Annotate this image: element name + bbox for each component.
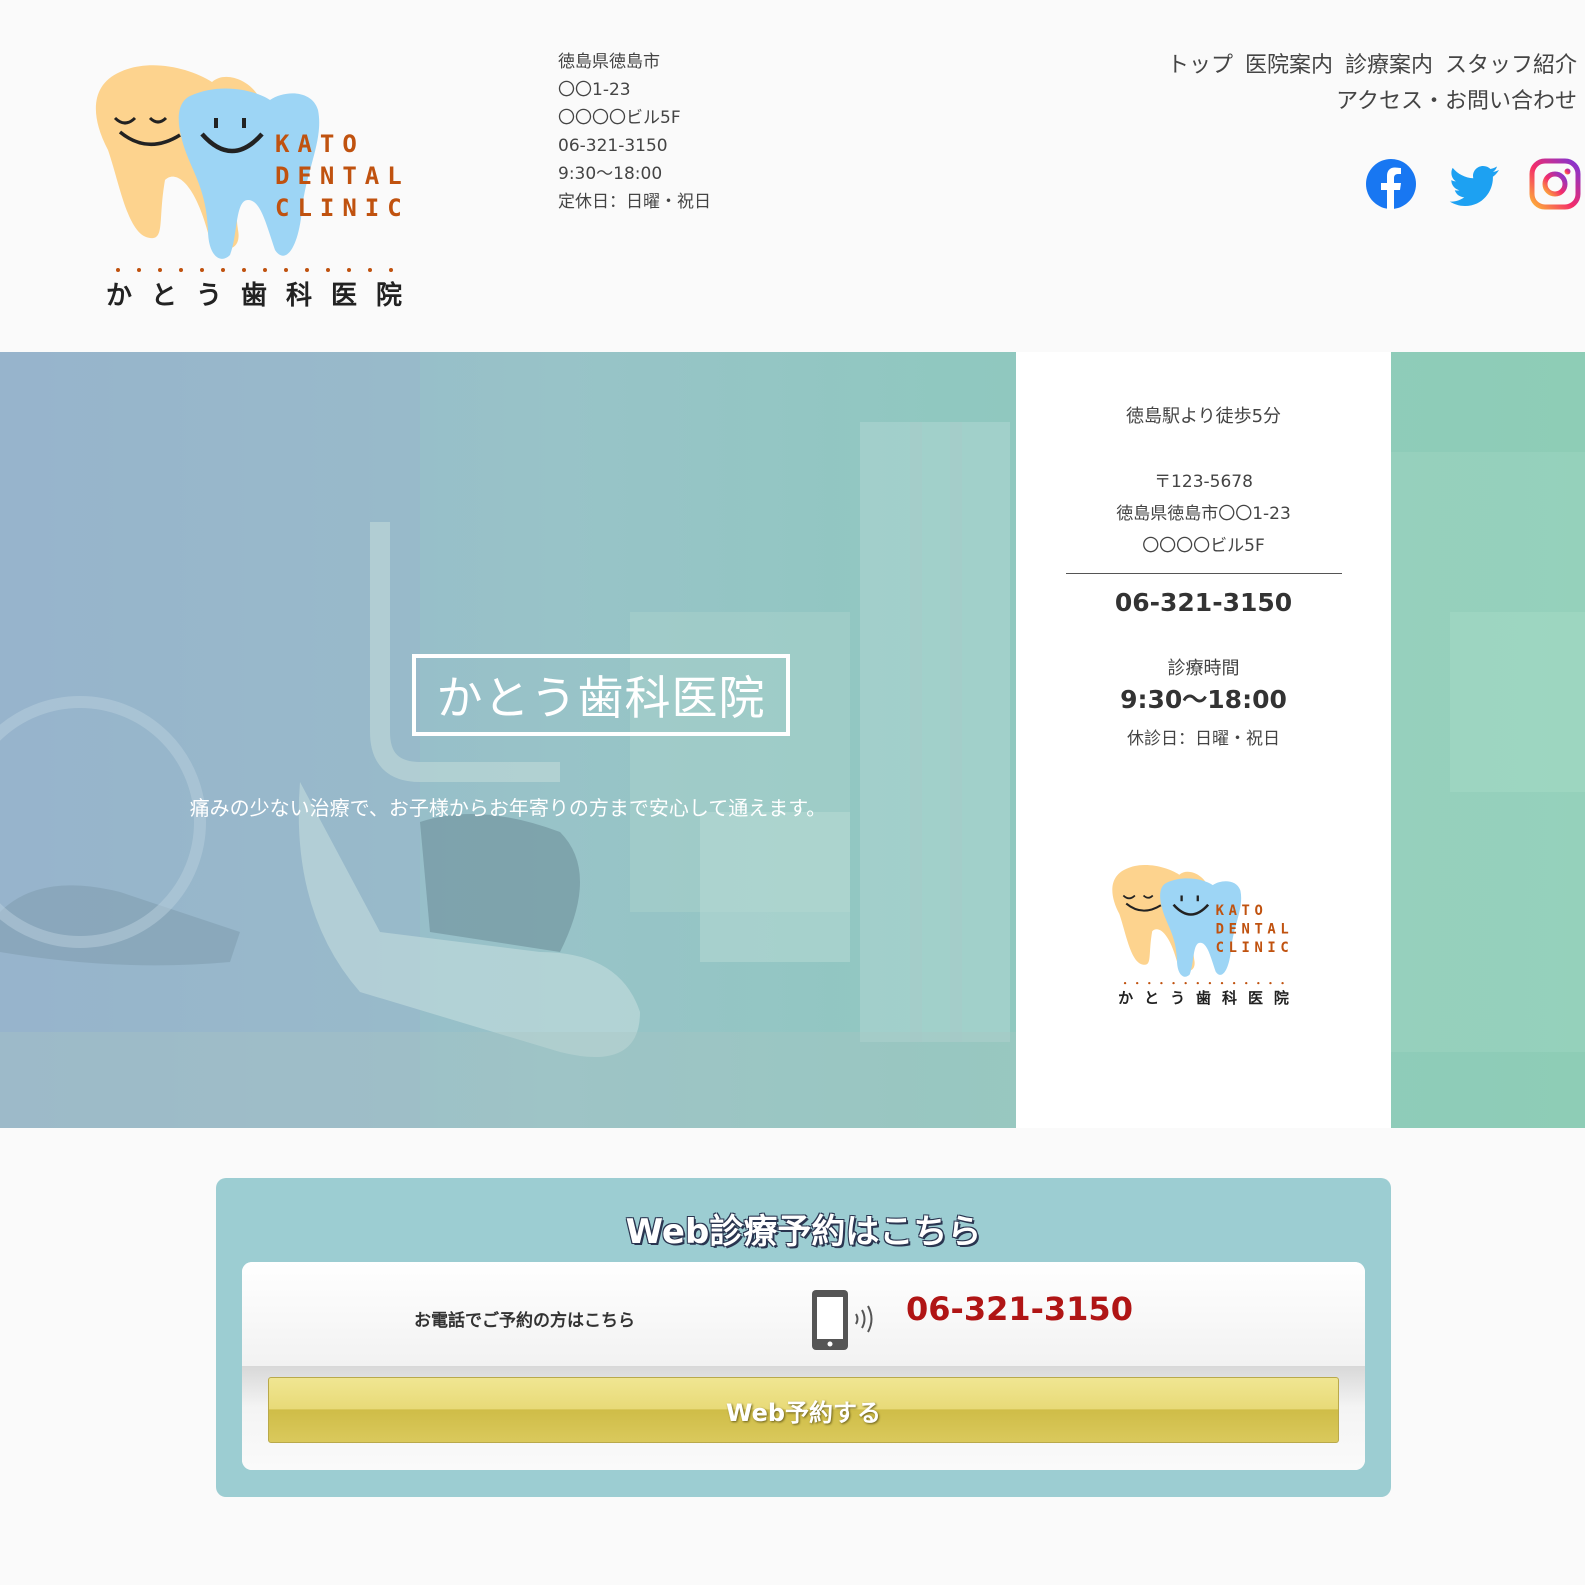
header-address: 徳島県徳島市 〇〇1-23 〇〇〇〇ビル5F 06-321-3150 9:30〜…	[558, 48, 711, 216]
address-line: 〇〇1-23	[558, 80, 631, 100]
nav-treatment[interactable]: 診療案内	[1345, 53, 1433, 78]
info-address-building: 〇〇〇〇ビル5F	[1142, 536, 1265, 556]
logo-small-clinic: CLINIC	[1216, 940, 1294, 956]
info-hours: 9:30〜18:00	[1120, 685, 1287, 714]
social-links	[1365, 158, 1581, 210]
clinic-info-panel: 徳島駅より徒歩5分 〒123-5678 徳島県徳島市〇〇1-23 〇〇〇〇ビル5…	[1016, 352, 1391, 1128]
web-reserve-button[interactable]: Web予約する	[268, 1377, 1339, 1443]
logo-text-clinic: CLINIC	[275, 194, 410, 222]
hero-title: かとう歯科医院	[436, 671, 766, 725]
smartphone-icon	[812, 1290, 873, 1350]
logo-small-kato: KATO	[1216, 903, 1268, 919]
web-reservation-section: Web診療予約はこちら お電話でご予約の方はこちら 06-321-3150 We…	[216, 1178, 1391, 1497]
logo-small-dental: DENTAL	[1216, 922, 1294, 938]
nav-access-contact[interactable]: アクセス・お問い合わせ	[1336, 89, 1577, 114]
clinic-logo-small: KATO DENTAL CLINIC かとう歯科医院	[1112, 865, 1300, 1007]
phone-reservation-label: お電話でご予約の方はこちら	[414, 1311, 635, 1331]
hero-section: かとう歯科医院 痛みの少ない治療で、お子様からお年寄りの方まで安心して通えます。…	[0, 352, 1585, 1128]
hero-subtitle: 痛みの少ない治療で、お子様からお年寄りの方まで安心して通えます。	[189, 796, 827, 820]
info-address-line: 徳島県徳島市〇〇1-23	[1116, 504, 1291, 524]
web-reserve-button-label: Web予約する	[725, 1398, 882, 1427]
info-divider	[1066, 573, 1342, 574]
global-nav: トップ 医院案内 診療案内 スタッフ紹介 アクセス・お問い合わせ	[1155, 48, 1577, 120]
nav-staff[interactable]: スタッフ紹介	[1445, 53, 1577, 78]
access-station: 徳島駅より徒歩5分	[1125, 406, 1282, 427]
header-hours: 9:30〜18:00	[558, 164, 663, 184]
reservation-card: お電話でご予約の方はこちら 06-321-3150 Web予約する	[242, 1262, 1365, 1470]
info-closed-days: 休診日：日曜・祝日	[1127, 729, 1280, 749]
reservation-title: Web診療予約はこちら	[625, 1212, 982, 1252]
info-address: 〒123-5678 徳島県徳島市〇〇1-23 〇〇〇〇ビル5F	[1016, 466, 1391, 562]
nav-top[interactable]: トップ	[1167, 53, 1233, 78]
nav-clinic-info[interactable]: 医院案内	[1245, 53, 1333, 78]
clinic-logo[interactable]: KATO DENTAL CLINIC かとう歯科医院	[80, 60, 440, 320]
hero-title-box: かとう歯科医院	[412, 654, 790, 736]
info-postal: 〒123-5678	[1154, 472, 1253, 492]
logo-small-jp: かとう歯科医院	[1118, 989, 1300, 1007]
address-line: 〇〇〇〇ビル5F	[558, 108, 681, 128]
facebook-icon[interactable]	[1365, 158, 1417, 210]
phone-reservation-row: お電話でご予約の方はこちら 06-321-3150	[242, 1262, 1365, 1366]
web-reserve-button-area: Web予約する	[242, 1366, 1365, 1470]
header-closed-days: 定休日：日曜・祝日	[558, 192, 711, 212]
info-phone[interactable]: 06-321-3150	[1016, 588, 1391, 617]
logo-text-dental: DENTAL	[275, 162, 410, 190]
header-phone: 06-321-3150	[558, 136, 668, 156]
logo-text-jp: かとう歯科医院	[106, 280, 421, 311]
logo-text-kato: KATO	[275, 130, 365, 158]
info-hours-label: 診療時間	[1167, 658, 1240, 679]
reservation-phone-number[interactable]: 06-321-3150	[906, 1290, 1133, 1328]
address-line: 徳島県徳島市	[558, 52, 660, 72]
instagram-icon[interactable]	[1529, 158, 1581, 210]
twitter-icon[interactable]	[1447, 158, 1499, 210]
